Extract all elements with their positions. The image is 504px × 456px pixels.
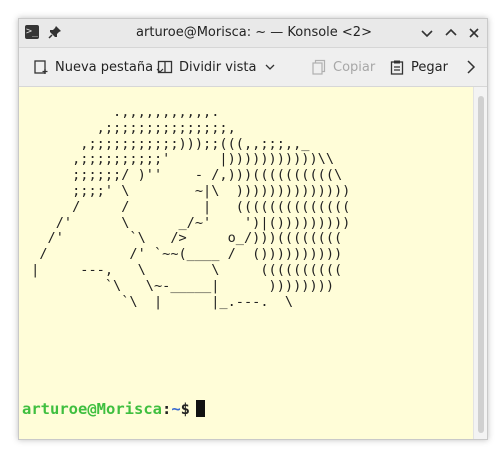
split-view-icon bbox=[157, 60, 173, 74]
konsole-window: >_ arturoe@Morisca: ~ — Konsole <2> Nuev… bbox=[18, 18, 488, 440]
shell-prompt: arturoe@Morisca:~$ bbox=[22, 400, 206, 418]
prompt-symbol: $ bbox=[180, 400, 191, 418]
title-bar[interactable]: >_ arturoe@Morisca: ~ — Konsole <2> bbox=[19, 19, 487, 48]
prompt-user: arturoe@Morisca bbox=[22, 400, 162, 418]
paste-button[interactable]: Pegar bbox=[389, 48, 448, 86]
new-tab-button[interactable]: Nueva pestaña bbox=[33, 48, 164, 86]
more-actions-button[interactable] bbox=[465, 48, 477, 86]
text-cursor bbox=[196, 400, 206, 417]
toolbar: Nueva pestaña Dividir vista Copiar Pegar bbox=[19, 48, 487, 87]
window-title: arturoe@Morisca: ~ — Konsole <2> bbox=[136, 25, 372, 40]
prompt-colon: : bbox=[161, 400, 172, 418]
copy-label: Copiar bbox=[333, 59, 376, 75]
maximize-icon[interactable] bbox=[443, 25, 459, 41]
paste-icon bbox=[390, 60, 404, 75]
copy-icon bbox=[312, 59, 326, 75]
pin-icon[interactable] bbox=[47, 24, 63, 40]
new-tab-icon bbox=[34, 60, 48, 74]
terminal-area[interactable]: .,,,,,,,,,,,. ,;;;;;;;;;;;;;;;, ,;;;;;;;… bbox=[19, 87, 473, 439]
chevron-down-icon bbox=[265, 64, 275, 70]
split-view-button[interactable]: Dividir vista bbox=[157, 48, 276, 86]
new-tab-label: Nueva pestaña bbox=[55, 59, 154, 75]
ascii-art-output: .,,,,,,,,,,,. ,;;;;;;;;;;;;;;;, ,;;;;;;;… bbox=[31, 104, 351, 310]
prompt-path: ~ bbox=[171, 400, 181, 418]
paste-label: Pegar bbox=[411, 59, 448, 75]
scrollbar-thumb[interactable] bbox=[478, 96, 484, 433]
terminal-app-icon[interactable]: >_ bbox=[25, 25, 39, 39]
vertical-scrollbar[interactable] bbox=[473, 87, 487, 439]
close-icon[interactable] bbox=[466, 25, 482, 41]
copy-button[interactable]: Copiar bbox=[311, 48, 375, 86]
minimize-icon[interactable] bbox=[419, 25, 435, 41]
chevron-right-icon bbox=[467, 60, 476, 74]
split-view-label: Dividir vista bbox=[179, 59, 257, 75]
